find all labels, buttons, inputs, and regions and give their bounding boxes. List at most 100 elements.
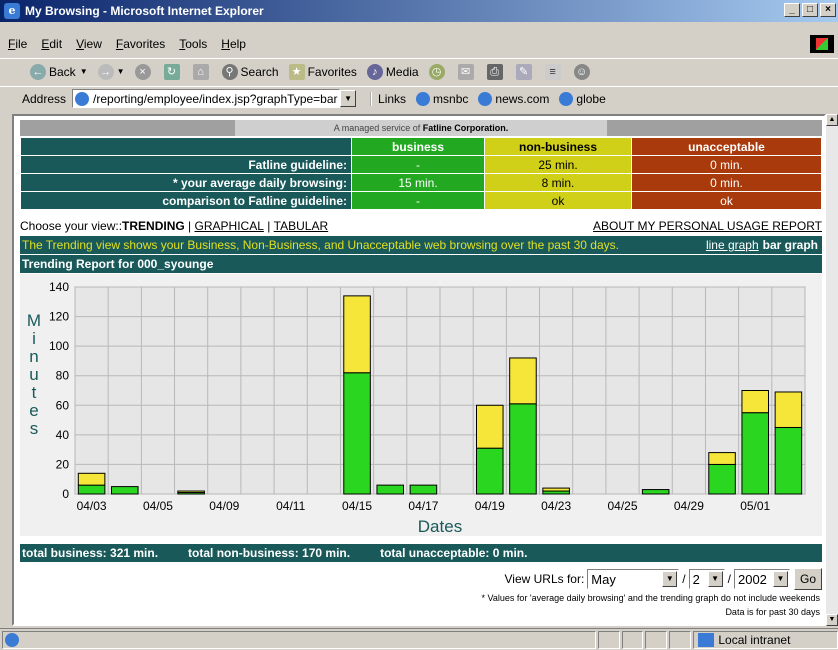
maximize-button[interactable]: □: [802, 3, 818, 17]
row-label: comparison to Fatline guideline:: [21, 192, 351, 209]
trending-description: The Trending view shows your Business, N…: [22, 238, 619, 252]
menu-help[interactable]: Help: [221, 37, 246, 51]
bar-non-business: [708, 452, 736, 465]
windows-logo-icon: [810, 35, 834, 53]
chevron-down-icon: ▼: [707, 571, 723, 587]
history-icon: ◷: [428, 63, 445, 80]
refresh-button[interactable]: ↻: [163, 63, 183, 80]
x-tick-label: 04/25: [607, 499, 637, 513]
scroll-down-icon[interactable]: ▼: [826, 614, 838, 626]
home-icon: ⌂: [192, 63, 209, 80]
header-spacer: [21, 138, 351, 155]
mail-button[interactable]: ✉: [457, 63, 477, 80]
print-button[interactable]: ⎙: [486, 63, 506, 80]
zone-pane: Local intranet: [693, 630, 838, 649]
discuss-icon: ≡: [544, 63, 561, 80]
messenger-icon: ☺: [573, 63, 590, 80]
edit-button[interactable]: ✎: [515, 63, 535, 80]
status-text-pane: [2, 630, 596, 649]
bar-business: [741, 412, 769, 495]
forward-button[interactable]: → ▼: [97, 63, 125, 80]
line-graph-link[interactable]: line graph: [706, 238, 759, 252]
managed-banner: A managed service of Fatline Corporation…: [20, 120, 822, 136]
media-button[interactable]: ♪ Media: [366, 63, 419, 80]
table-row: comparison to Fatline guideline: - ok ok: [21, 192, 821, 209]
favorites-label: Favorites: [307, 64, 357, 79]
view-graphical-link[interactable]: GRAPHICAL: [195, 219, 264, 233]
menu-tools[interactable]: Tools: [179, 37, 207, 51]
cell-unacceptable: 0 min.: [632, 174, 821, 191]
history-button[interactable]: ◷: [428, 63, 448, 80]
menu-view[interactable]: View: [76, 37, 102, 51]
managed-text: A managed service of: [333, 123, 423, 133]
link-msnbc[interactable]: msnbc: [416, 91, 468, 106]
x-tick-label: 04/29: [674, 499, 704, 513]
minimize-button[interactable]: _: [784, 3, 800, 17]
search-label: Search: [240, 64, 279, 79]
header-business: business: [352, 138, 484, 155]
month-select[interactable]: May ▼: [587, 569, 680, 589]
forward-arrow-icon: →: [97, 63, 114, 80]
y-tick-label: 20: [56, 457, 70, 471]
bar-business: [343, 372, 371, 495]
menu-file[interactable]: File: [8, 37, 27, 51]
links-bar: Links msnbc news.com globe: [370, 91, 606, 106]
day-select[interactable]: 2 ▼: [688, 569, 725, 589]
year-select[interactable]: 2002 ▼: [733, 569, 790, 589]
favorites-button[interactable]: ★ Favorites: [288, 63, 357, 80]
link-globe[interactable]: globe: [559, 91, 606, 106]
page-viewport: A managed service of Fatline Corporation…: [12, 114, 826, 626]
home-button[interactable]: ⌂: [192, 63, 212, 80]
back-label: Back: [49, 64, 76, 79]
view-separator: |: [184, 219, 195, 233]
bar-business: [77, 484, 106, 495]
guideline-header-row: business non-business unacceptable: [21, 138, 821, 155]
mail-icon: ✉: [457, 63, 474, 80]
menu-favorites[interactable]: Favorites: [116, 37, 165, 51]
about-report-link[interactable]: ABOUT MY PERSONAL USAGE REPORT: [593, 219, 822, 233]
bar-business: [376, 484, 405, 495]
search-button[interactable]: ⚲ Search: [221, 63, 279, 80]
address-label: Address: [22, 91, 67, 106]
favorites-icon: ★: [288, 63, 305, 80]
menu-bar: File Edit View Favorites Tools Help: [0, 33, 838, 55]
address-dropdown-icon[interactable]: ▼: [340, 90, 357, 107]
vertical-scrollbar[interactable]: ▲ ▼: [826, 114, 838, 626]
date-separator: /: [682, 572, 686, 586]
y-axis-label: Minutes: [27, 311, 41, 438]
title-bar: e My Browsing - Microsoft Internet Explo…: [0, 0, 838, 22]
bar-non-business: [741, 390, 769, 414]
status-pane: [597, 630, 620, 649]
year-value: 2002: [737, 571, 767, 587]
bar-business: [641, 489, 670, 495]
scroll-up-icon[interactable]: ▲: [826, 114, 838, 126]
view-urls-label: View URLs for:: [504, 572, 585, 586]
cell-nonbusiness: ok: [485, 192, 631, 209]
bar-non-business: [774, 391, 803, 428]
discuss-button[interactable]: ≡: [544, 63, 564, 80]
view-tabular-link[interactable]: TABULAR: [274, 219, 328, 233]
total-nonbusiness: total non-business: 170 min.: [188, 546, 351, 560]
bar-business: [111, 486, 139, 495]
bar-non-business: [343, 295, 371, 374]
chevron-down-icon: ▼: [772, 571, 788, 587]
menu-edit[interactable]: Edit: [41, 37, 62, 51]
stop-button[interactable]: ×: [134, 63, 154, 80]
address-value: /reporting/employee/index.jsp?graphType=…: [93, 91, 338, 106]
y-tick-label: 0: [62, 487, 69, 501]
cell-business: -: [352, 156, 484, 173]
messenger-button[interactable]: ☺: [573, 63, 593, 80]
status-pane: [645, 630, 668, 649]
x-axis-label: Dates: [418, 517, 462, 536]
link-newscom[interactable]: news.com: [478, 91, 549, 106]
zone-label: Local intranet: [718, 632, 791, 647]
ie-page-icon: [5, 632, 19, 647]
go-button[interactable]: Go: [793, 568, 822, 590]
back-button[interactable]: ← Back ▼: [30, 63, 88, 80]
address-input[interactable]: /reporting/employee/index.jsp?graphType=…: [72, 89, 341, 108]
bar-business: [409, 484, 438, 495]
y-tick-label: 40: [56, 428, 70, 442]
bar-business: [774, 426, 803, 495]
x-tick-label: 04/15: [342, 499, 372, 513]
close-button[interactable]: ×: [820, 3, 836, 17]
